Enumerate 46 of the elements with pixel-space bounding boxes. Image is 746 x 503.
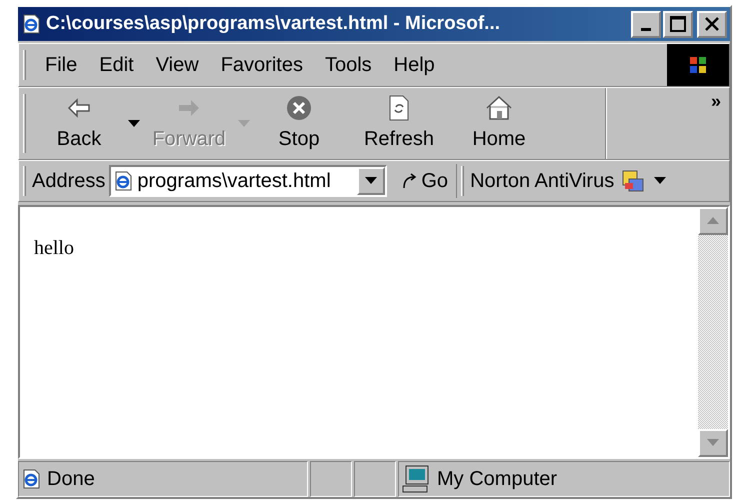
menu-item[interactable]: Favorites <box>210 50 314 80</box>
toolbar-button[interactable]: Back <box>40 92 118 156</box>
close-button[interactable] <box>697 10 727 38</box>
norton-antivirus-button[interactable]: Norton AntiVirus <box>470 166 614 196</box>
windows-flag-icon <box>689 56 707 74</box>
menu-item[interactable]: Tools <box>314 50 383 80</box>
maximize-icon <box>670 16 686 32</box>
caret-icon[interactable] <box>654 177 666 185</box>
house-icon <box>485 94 513 120</box>
menu-item[interactable]: View <box>144 50 210 80</box>
minimize-button[interactable] <box>631 10 661 38</box>
toolbar-button[interactable]: Home <box>460 92 538 156</box>
window-title: C:\courses\asp\programs\vartest.html - Microsof... <box>46 12 502 36</box>
stop-icon <box>286 94 312 120</box>
page-icon <box>21 469 41 489</box>
menu-item[interactable]: File <box>34 50 88 80</box>
shield-report-icon[interactable] <box>622 170 644 192</box>
toolbar-button[interactable]: Refresh <box>360 92 438 156</box>
page-icon <box>113 171 134 191</box>
go-button[interactable]: Go <box>401 164 458 198</box>
menu-item[interactable]: Edit <box>88 50 145 80</box>
more-button[interactable]: » <box>710 90 721 112</box>
scroll-down-button[interactable] <box>698 429 728 457</box>
address-label: Address <box>32 169 106 194</box>
toolbar-button[interactable]: Stop <box>260 92 338 156</box>
down-arrow-icon <box>707 439 719 447</box>
back-arrow-icon <box>66 96 92 118</box>
menu-item[interactable]: Help <box>382 50 446 80</box>
vertical-scrollbar[interactable] <box>698 207 728 457</box>
dropdown-arrow-icon[interactable] <box>128 120 140 128</box>
caret-icon <box>365 177 378 185</box>
status-text: Done <box>47 467 95 492</box>
status-panel <box>354 461 396 497</box>
page-text: hello <box>34 237 74 259</box>
up-arrow-icon <box>707 217 719 225</box>
refresh-icon <box>388 94 410 120</box>
dropdown-button[interactable] <box>357 167 386 195</box>
minimize-icon <box>641 28 651 30</box>
address-field[interactable]: programs\vartest.html <box>109 165 388 197</box>
computer-icon <box>401 464 431 494</box>
status-panel <box>310 461 352 497</box>
maximize-button[interactable] <box>663 10 693 38</box>
page-icon <box>21 14 41 34</box>
zone-text: My Computer <box>437 467 558 492</box>
close-icon <box>705 17 719 31</box>
scroll-up-button[interactable] <box>698 207 728 235</box>
